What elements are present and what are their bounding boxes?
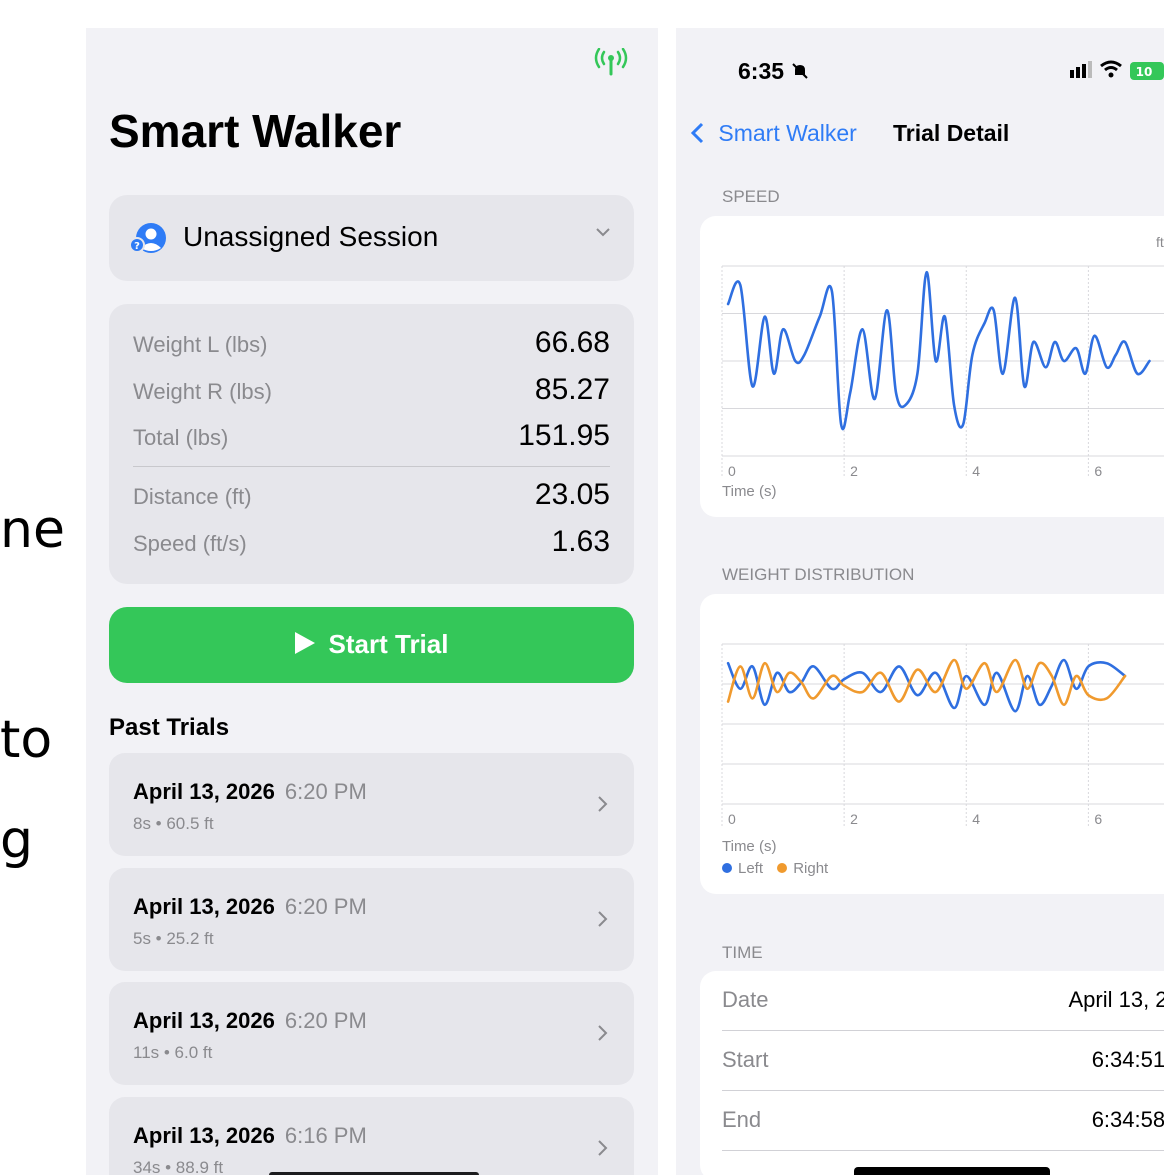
stat-label: Weight L (lbs) bbox=[133, 332, 268, 357]
x-tick-label: 6 bbox=[1094, 463, 1102, 479]
chevron-left-icon bbox=[690, 122, 704, 144]
svg-text:10: 10 bbox=[1136, 65, 1153, 79]
time-row-start: Start 6:34:51 PI bbox=[722, 1031, 1164, 1090]
row-divider bbox=[722, 1150, 1164, 1151]
signal-wifi-battery-icon: 10 bbox=[1070, 60, 1164, 80]
chevron-right-icon bbox=[594, 1022, 610, 1044]
antenna-icon bbox=[591, 47, 631, 85]
stat-value: 66.68 bbox=[534, 326, 610, 359]
trial-date: April 13, 2026 bbox=[133, 894, 275, 919]
x-tick-label: 0 bbox=[728, 811, 736, 827]
time-row-value: 6:34:51 PI bbox=[1091, 1047, 1164, 1072]
back-label: Smart Walker bbox=[718, 120, 857, 146]
status-indicators: 10 bbox=[1068, 56, 1164, 86]
time-row-label: End bbox=[722, 1107, 762, 1132]
stat-label: Speed (ft/s) bbox=[133, 531, 247, 556]
time-row-date: Date April 13, 202 bbox=[722, 971, 1164, 1030]
status-clock: 6:35 bbox=[738, 58, 810, 85]
play-icon bbox=[294, 632, 315, 654]
session-picker[interactable]: ? Unassigned Session bbox=[109, 195, 634, 281]
series-line-right bbox=[726, 658, 1127, 707]
speed-chart: 0 2 4 6 bbox=[721, 265, 1164, 479]
x-tick-label: 6 bbox=[1094, 811, 1102, 827]
trial-row[interactable]: April 13, 2026 6:20 PM 8s • 60.5 ft bbox=[109, 753, 634, 856]
trial-row[interactable]: April 13, 2026 6:20 PM 11s • 6.0 ft bbox=[109, 982, 634, 1085]
start-trial-button[interactable]: Start Trial bbox=[109, 607, 634, 683]
time-row-value: 6:34:58 PI bbox=[1091, 1107, 1164, 1132]
stats-divider bbox=[133, 466, 610, 467]
stat-value: 23.05 bbox=[534, 478, 610, 511]
trial-time: 6:16 PM bbox=[284, 1123, 367, 1148]
background-text-1: ne bbox=[0, 500, 65, 560]
time-row-label: Start bbox=[722, 1047, 769, 1072]
legend-right-swatch bbox=[777, 863, 788, 873]
trial-row[interactable]: April 13, 2026 6:20 PM 5s • 25.2 ft bbox=[109, 868, 634, 971]
speed-chart-card: 0 2 4 6 Time (s) ft bbox=[700, 216, 1164, 517]
trial-time: 6:20 PM bbox=[284, 1008, 367, 1033]
weight-section-header: WEIGHT DISTRIBUTION bbox=[722, 565, 915, 584]
redaction-bar bbox=[854, 1167, 1050, 1175]
nav-title: Trial Detail bbox=[893, 120, 1010, 146]
time-section-header: TIME bbox=[722, 943, 763, 962]
session-label: Unassigned Session bbox=[183, 221, 439, 252]
legend-left-swatch bbox=[722, 863, 732, 873]
legend-right-label: Right bbox=[793, 860, 829, 877]
trial-detail: 5s • 25.2 ft bbox=[133, 929, 214, 948]
stat-row-weight-right: Weight R (lbs) 85.27 bbox=[133, 371, 610, 411]
stat-row-speed: Speed (ft/s) 1.63 bbox=[133, 523, 610, 563]
x-tick-label: 4 bbox=[972, 811, 980, 827]
stat-row-distance: Distance (ft) 23.05 bbox=[133, 476, 610, 516]
speed-section-header: SPEED bbox=[722, 187, 780, 206]
chart-legend: Left Right bbox=[722, 860, 828, 877]
chevron-right-icon bbox=[594, 793, 610, 815]
weight-x-axis-label: Time (s) bbox=[722, 838, 777, 855]
trial-time: 6:20 PM bbox=[284, 779, 367, 804]
stat-value: 151.95 bbox=[518, 419, 610, 452]
stat-label: Distance (ft) bbox=[133, 484, 252, 509]
chevron-down-icon bbox=[594, 223, 612, 241]
series-line-speed bbox=[726, 270, 1151, 431]
left-phone-screen: Smart Walker ? Unassigned Session Weight… bbox=[86, 28, 658, 1175]
x-tick-label: 0 bbox=[728, 463, 736, 479]
speed-x-axis-label: Time (s) bbox=[722, 483, 777, 500]
stat-value: 85.27 bbox=[534, 373, 610, 406]
trial-detail: 34s • 88.9 ft bbox=[133, 1158, 224, 1175]
bell-slash-icon bbox=[790, 63, 810, 83]
stat-label: Total (lbs) bbox=[133, 425, 229, 450]
chevron-right-icon bbox=[594, 1137, 610, 1159]
trial-date: April 13, 2026 bbox=[133, 1123, 275, 1148]
trial-time: 6:20 PM bbox=[284, 894, 367, 919]
trial-detail: 8s • 60.5 ft bbox=[133, 814, 214, 833]
start-trial-label: Start Trial bbox=[328, 629, 449, 659]
back-button[interactable]: Smart Walker bbox=[690, 120, 857, 147]
stat-value: 1.63 bbox=[551, 525, 610, 558]
live-stats-card: Weight L (lbs) 66.68 Weight R (lbs) 85.2… bbox=[109, 304, 634, 584]
background-text-3: g bbox=[0, 810, 34, 870]
weight-chart-card: 0 2 4 6 Time (s) Left Right bbox=[700, 594, 1164, 894]
stat-row-weight-left: Weight L (lbs) 66.68 bbox=[133, 324, 610, 364]
time-row-label: Date bbox=[722, 987, 769, 1012]
stat-row-total: Total (lbs) 151.95 bbox=[133, 417, 610, 457]
x-tick-label: 2 bbox=[850, 811, 858, 827]
past-trials-header: Past Trials bbox=[109, 714, 230, 741]
chevron-right-icon bbox=[594, 908, 610, 930]
background-text-2: to bbox=[0, 710, 53, 770]
trial-date: April 13, 2026 bbox=[133, 1008, 275, 1033]
trial-detail: 11s • 6.0 ft bbox=[133, 1043, 213, 1062]
time-row-value: April 13, 202 bbox=[1068, 987, 1164, 1012]
trial-date: April 13, 2026 bbox=[133, 779, 275, 804]
svg-text:?: ? bbox=[134, 241, 140, 252]
page-title: Smart Walker bbox=[109, 105, 402, 157]
time-card: Date April 13, 202 Start 6:34:51 PI End … bbox=[700, 971, 1164, 1175]
time-row-end: End 6:34:58 PI bbox=[722, 1091, 1164, 1150]
x-tick-label: 4 bbox=[972, 463, 980, 479]
speed-y-unit: ft bbox=[1156, 234, 1164, 250]
x-tick-label: 2 bbox=[850, 463, 858, 479]
legend-left-label: Left bbox=[738, 860, 764, 877]
stat-label: Weight R (lbs) bbox=[133, 379, 272, 404]
right-phone-screen: 6:35 10 Smart Walker Trial Detail SPEED … bbox=[676, 28, 1164, 1175]
trial-row[interactable]: April 13, 2026 6:16 PM 34s • 88.9 ft bbox=[109, 1097, 634, 1175]
person-question-icon: ? bbox=[129, 221, 169, 255]
